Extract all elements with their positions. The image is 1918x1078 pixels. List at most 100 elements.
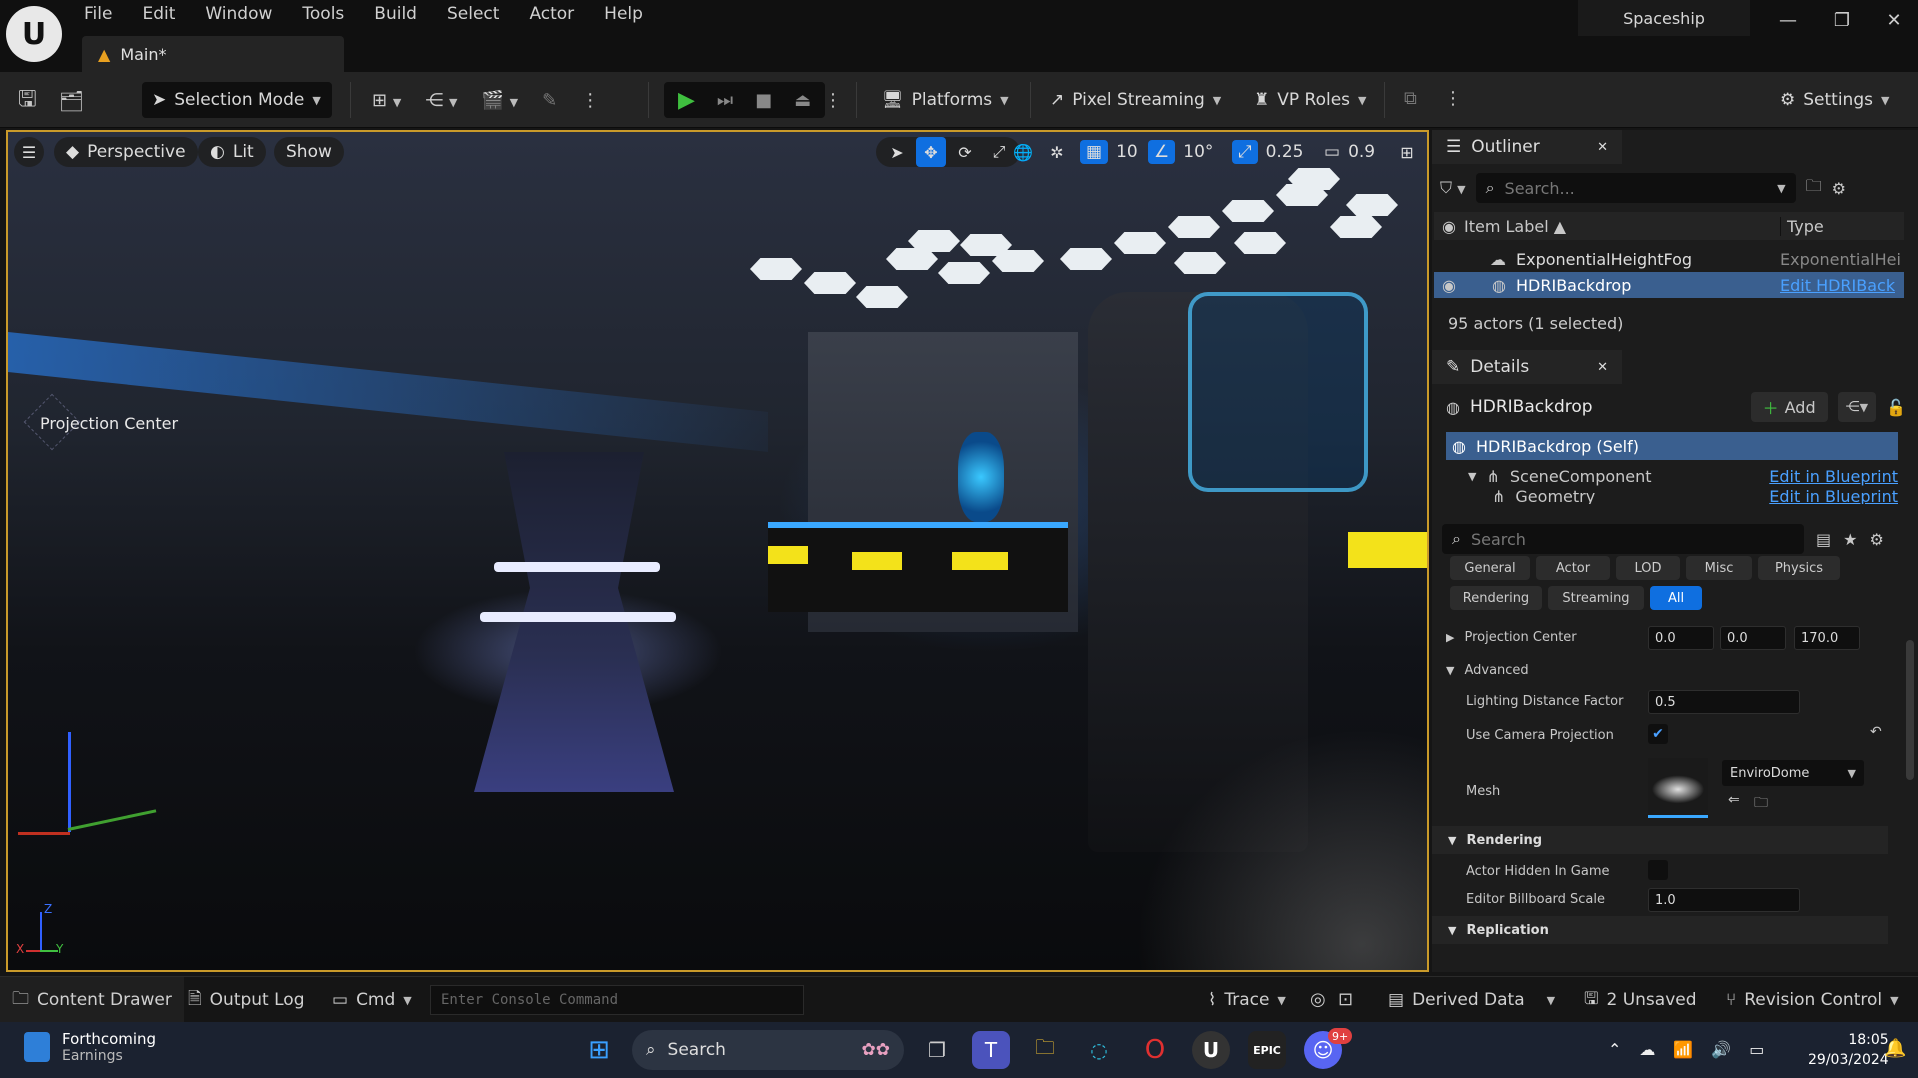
derived-data-dropdown[interactable]: ▤ Derived Data ▼ <box>1376 977 1567 1023</box>
step-icon[interactable]: ⏭ <box>717 90 733 111</box>
epic-games-icon[interactable]: EPIC <box>1248 1031 1286 1069</box>
opera-icon[interactable]: O <box>1136 1031 1174 1069</box>
star-icon[interactable]: ★ <box>1843 530 1857 549</box>
add-folder-icon[interactable]: 🗀 <box>1806 175 1822 202</box>
category-physics[interactable]: Physics <box>1758 556 1840 580</box>
menu-build[interactable]: Build <box>374 4 417 24</box>
menu-actor[interactable]: Actor <box>529 4 574 24</box>
level-tab[interactable]: ▲ Main* <box>82 36 344 72</box>
view-mode-dropdown[interactable]: ◐ Lit <box>198 137 266 167</box>
taskbar-search[interactable]: ⌕ Search ✿✿ <box>632 1030 904 1070</box>
outliner-row[interactable]: ☁ ExponentialHeightFog ExponentialHei <box>1434 246 1904 272</box>
wifi-icon[interactable]: 📶 <box>1673 1040 1693 1059</box>
menu-help[interactable]: Help <box>604 4 643 24</box>
mesh-thumbnail[interactable] <box>1648 758 1708 818</box>
details-scrollbar[interactable] <box>1906 640 1914 780</box>
billboard-scale-input[interactable]: 1.0 <box>1648 888 1800 912</box>
add-actor-icon[interactable]: ⊞ ▼ <box>372 90 401 111</box>
chevron-up-icon[interactable]: ⌃ <box>1608 1040 1621 1059</box>
revision-control-dropdown[interactable]: ⑂ Revision Control ▼ <box>1714 977 1911 1023</box>
platforms-dropdown[interactable]: 🖥 Platforms ▼ <box>872 82 1019 118</box>
move-tool-icon[interactable]: ✥ <box>916 137 946 167</box>
save-icon[interactable]: 🖫 <box>18 82 37 120</box>
category-all[interactable]: All <box>1650 586 1702 610</box>
scale-snap-control[interactable]: ⤢ 0.25 <box>1232 137 1303 167</box>
maximize-button[interactable]: ❐ <box>1822 6 1862 34</box>
cmd-dropdown[interactable]: ▭ Cmd ▼ <box>320 977 424 1023</box>
menu-window[interactable]: Window <box>205 4 272 24</box>
mesh-dropdown[interactable]: EnviroDome ▼ <box>1722 760 1864 786</box>
screenshot-icon[interactable]: ⊡ <box>1338 989 1353 1010</box>
outliner-row-selected[interactable]: ◉ ◍ HDRIBackdrop Edit HDRIBack <box>1434 272 1904 298</box>
blueprint-icon[interactable]: ⋲ ▼ <box>425 90 457 111</box>
projection-center-y[interactable]: 0.0 <box>1720 626 1786 650</box>
minimize-button[interactable]: — <box>1768 6 1808 34</box>
task-view-icon[interactable]: ❐ <box>918 1031 956 1069</box>
gizmo-z-axis[interactable] <box>68 732 71 832</box>
close-icon[interactable]: ✕ <box>1597 360 1608 375</box>
edge-icon[interactable]: ◌ <box>1080 1031 1118 1069</box>
lock-icon[interactable]: 🔓 <box>1886 398 1906 417</box>
projection-center-gizmo[interactable] <box>23 393 81 451</box>
content-drawer-button[interactable]: 🗀 Content Drawer <box>0 977 184 1023</box>
menu-file[interactable]: File <box>84 4 112 24</box>
expand-arrow-icon[interactable]: ▼ <box>1468 470 1476 483</box>
settings-dropdown[interactable]: ⚙ Settings ▼ <box>1770 82 1899 118</box>
close-window-button[interactable]: ✕ <box>1874 6 1914 34</box>
multiuser-icon[interactable]: ⧉ <box>1404 88 1417 109</box>
edit-blueprint-link[interactable]: Edit HDRIBack <box>1780 276 1895 295</box>
component-row-self[interactable]: ◍ HDRIBackdrop (Self) <box>1446 432 1898 460</box>
category-streaming[interactable]: Streaming <box>1548 586 1644 610</box>
expand-arrow-icon[interactable]: ▶ <box>1446 631 1454 644</box>
edit-blueprint-link[interactable]: Edit in Blueprint <box>1769 467 1898 486</box>
trace-dropdown[interactable]: ⌇ Trace ▼ <box>1196 977 1298 1023</box>
edit-blueprint-link[interactable]: Edit in Blueprint <box>1769 488 1898 504</box>
gizmo-x-axis[interactable] <box>18 832 70 835</box>
lighting-distance-input[interactable]: 0.5 <box>1648 690 1800 714</box>
camera-speed-control[interactable]: ▭ 0.9 <box>1324 137 1375 167</box>
table-view-icon[interactable]: ▤ <box>1816 530 1831 549</box>
volume-icon[interactable]: 🔊 <box>1711 1040 1731 1059</box>
stop-icon[interactable]: ■ <box>755 90 772 111</box>
category-misc[interactable]: Misc <box>1686 556 1752 580</box>
cinematics-icon[interactable]: 🎬 ▼ <box>481 90 518 111</box>
surface-snap-icon[interactable]: ✲ <box>1042 137 1072 167</box>
viewport-menu-icon[interactable]: ☰ <box>14 137 44 167</box>
select-tool-icon[interactable]: ➤ <box>882 137 912 167</box>
gear-icon[interactable]: ⚙ <box>1832 179 1846 198</box>
rotation-snap-control[interactable]: ∠ 10° <box>1148 137 1213 167</box>
show-dropdown[interactable]: Show <box>274 137 344 167</box>
battery-icon[interactable]: ▭ <box>1749 1040 1764 1059</box>
windows-start-icon[interactable]: ⊞ <box>580 1031 618 1069</box>
advanced-section-header[interactable]: ▼ Advanced <box>1446 656 1886 684</box>
eye-icon[interactable]: ◉ <box>1434 276 1464 295</box>
projection-center-z[interactable]: 170.0 <box>1794 626 1860 650</box>
menu-edit[interactable]: Edit <box>142 4 175 24</box>
console-command-input[interactable]: Enter Console Command <box>430 985 804 1015</box>
weather-widget[interactable]: Forthcoming Earnings <box>24 1030 156 1064</box>
play-options-icon[interactable]: ⋮ <box>824 90 842 111</box>
unreal-logo-icon[interactable]: U <box>6 6 62 62</box>
rotate-tool-icon[interactable]: ⟳ <box>950 137 980 167</box>
cloud-icon[interactable]: ☁ <box>1639 1040 1655 1059</box>
category-actor[interactable]: Actor <box>1536 556 1610 580</box>
browse-icon[interactable]: 🗂 <box>59 89 84 113</box>
teams-icon[interactable]: T <box>972 1031 1010 1069</box>
add-component-button[interactable]: ＋ Add <box>1750 392 1828 422</box>
play-icon[interactable]: ▶ <box>678 88 695 113</box>
category-lod[interactable]: LOD <box>1616 556 1680 580</box>
selection-mode-dropdown[interactable]: ➤ Selection Mode ▼ <box>142 82 332 118</box>
category-general[interactable]: General <box>1450 556 1530 580</box>
rendering-section-header[interactable]: ▼ Rendering <box>1432 826 1888 854</box>
blueprint-options-button[interactable]: ⋲ ▼ <box>1837 392 1877 422</box>
unreal-engine-icon[interactable]: U <box>1192 1031 1230 1069</box>
modes-icon[interactable]: ✎ <box>542 90 557 111</box>
component-row[interactable]: ▼ ⋔ SceneComponent Edit in Blueprint <box>1468 462 1898 490</box>
output-log-button[interactable]: 🗎 Output Log <box>176 977 317 1023</box>
eye-icon[interactable]: ◉ <box>1434 217 1464 236</box>
more-icon[interactable]: ⋮ <box>1444 88 1462 109</box>
gear-icon[interactable]: ⚙ <box>1869 530 1883 549</box>
replication-section-header[interactable]: ▼ Replication <box>1432 916 1888 944</box>
browse-asset-icon[interactable]: 🗀 <box>1754 792 1768 816</box>
file-explorer-icon[interactable]: 🗀 <box>1026 1031 1064 1069</box>
